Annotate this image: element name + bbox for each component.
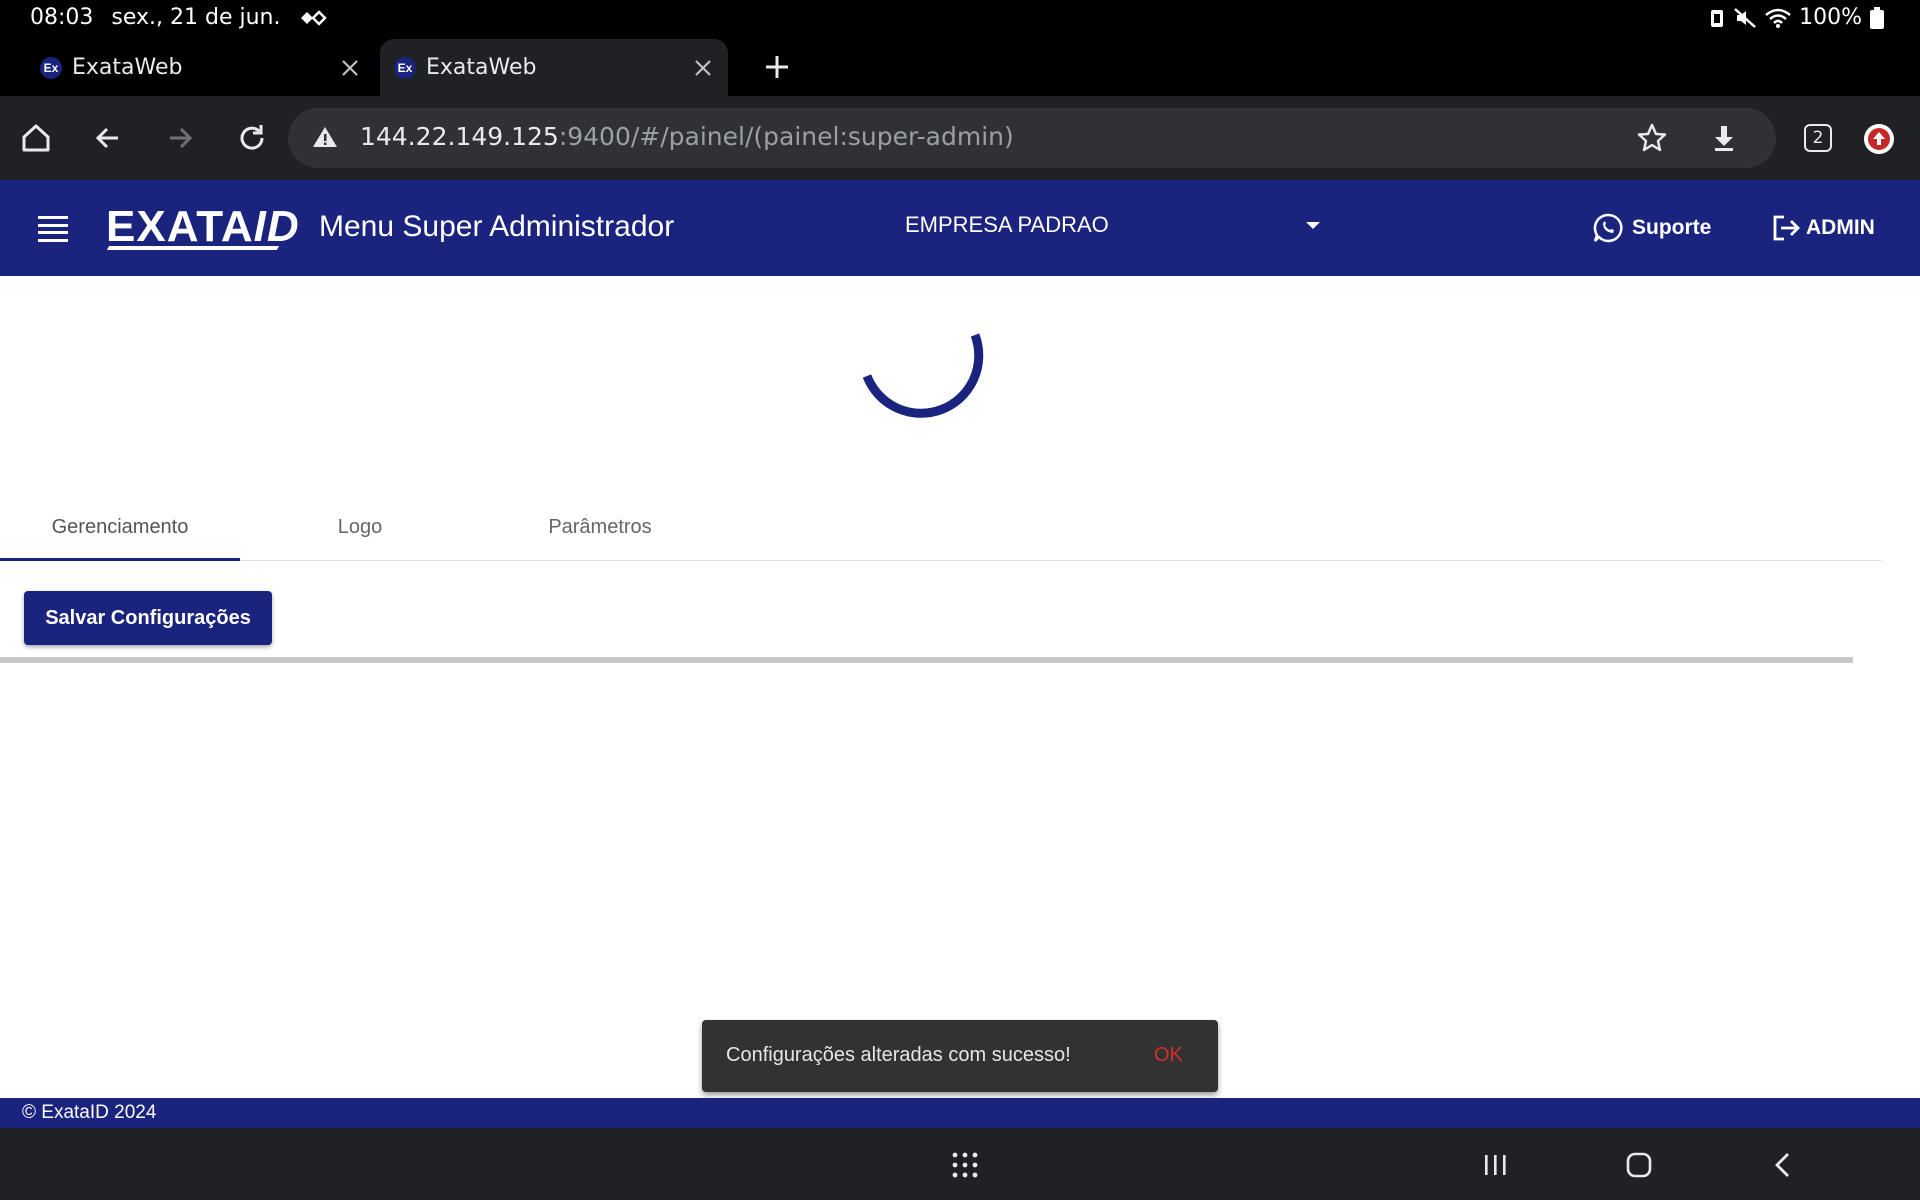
address-bar[interactable]: 144.22.149.125:9400/#/painel/(painel:sup… (288, 108, 1776, 168)
app-drawer-icon[interactable] (950, 1150, 980, 1180)
divider (0, 657, 1853, 663)
url-text: 144.22.149.125:9400/#/painel/(painel:sup… (360, 122, 1014, 151)
mute-icon (1734, 7, 1756, 28)
chevron-down-icon[interactable] (1306, 222, 1320, 229)
recent-apps-icon[interactable] (1480, 1150, 1510, 1180)
page-title: Menu Super Administrador (319, 210, 675, 243)
active-tab-indicator (0, 558, 240, 561)
snackbar-ok-button[interactable]: OK (1154, 1044, 1183, 1067)
not-secure-warning-icon[interactable] (312, 124, 338, 150)
loading-spinner (862, 333, 984, 418)
status-time: 08:03 (30, 5, 94, 30)
tab-parametros[interactable]: Parâmetros (480, 494, 720, 561)
home-icon[interactable] (16, 118, 56, 158)
snackbar: Configurações alteradas com sucesso! OK (702, 1020, 1218, 1092)
browser-tab[interactable]: Ex ExataWeb (0, 39, 375, 96)
page-footer: © ExataID 2024 (0, 1098, 1920, 1128)
logout-icon (1773, 215, 1800, 241)
nearby-share-icon (300, 9, 327, 26)
tab-title: ExataWeb (72, 55, 183, 80)
system-navigation-bar (0, 1128, 1920, 1200)
download-icon[interactable] (1708, 122, 1740, 154)
close-tab-icon[interactable] (690, 55, 716, 81)
tab-title: ExataWeb (426, 55, 537, 80)
battery-saver-icon (1711, 9, 1724, 27)
battery-percent: 100% (1799, 5, 1862, 30)
tab-logo[interactable]: Logo (240, 494, 480, 561)
logout-admin-button[interactable]: ADMIN (1770, 212, 1875, 244)
update-arrow-icon (1868, 128, 1890, 150)
whatsapp-icon (1593, 213, 1623, 243)
wifi-icon (1765, 8, 1791, 28)
exataid-logo[interactable]: EXATAID (106, 202, 300, 252)
favicon-icon: Ex (40, 56, 62, 79)
tab-switcher-button[interactable]: 2 (1804, 124, 1832, 152)
forward-arrow-icon (170, 127, 193, 149)
browser-toolbar: 144.22.149.125:9400/#/painel/(painel:sup… (0, 96, 1920, 180)
app-header: EXATAID Menu Super Administrador EMPRESA… (0, 180, 1920, 276)
settings-tabs: Gerenciamento Logo Parâmetros (0, 494, 1882, 561)
back-button-icon[interactable] (1768, 1150, 1798, 1180)
status-bar: 08:03 sex., 21 de jun. 100% (0, 0, 1920, 36)
home-button-icon[interactable] (1624, 1150, 1654, 1180)
copyright-text: © ExataID 2024 (22, 1102, 157, 1123)
browser-tab-active[interactable]: Ex ExataWeb (380, 39, 728, 96)
bookmark-star-icon[interactable] (1636, 122, 1668, 154)
browser-tab-strip: Ex ExataWeb Ex ExataWeb (0, 36, 1920, 96)
favicon-icon: Ex (394, 56, 416, 79)
back-arrow-icon[interactable] (88, 118, 128, 158)
snackbar-message: Configurações alteradas com sucesso! (726, 1044, 1071, 1066)
tab-gerenciamento[interactable]: Gerenciamento (0, 494, 240, 561)
menu-hamburger-icon[interactable] (38, 216, 68, 242)
new-tab-plus-icon[interactable] (762, 52, 792, 82)
support-button[interactable]: Suporte (1592, 212, 1711, 244)
company-select[interactable]: EMPRESA PADRAO (905, 212, 1109, 238)
profile-avatar[interactable] (1864, 124, 1894, 154)
close-tab-icon[interactable] (337, 55, 363, 81)
logo-swoosh (106, 246, 280, 250)
status-date: sex., 21 de jun. (111, 5, 281, 30)
battery-icon (1870, 6, 1884, 29)
save-settings-button[interactable]: Salvar Configurações (24, 591, 272, 645)
reload-icon[interactable] (232, 118, 272, 158)
